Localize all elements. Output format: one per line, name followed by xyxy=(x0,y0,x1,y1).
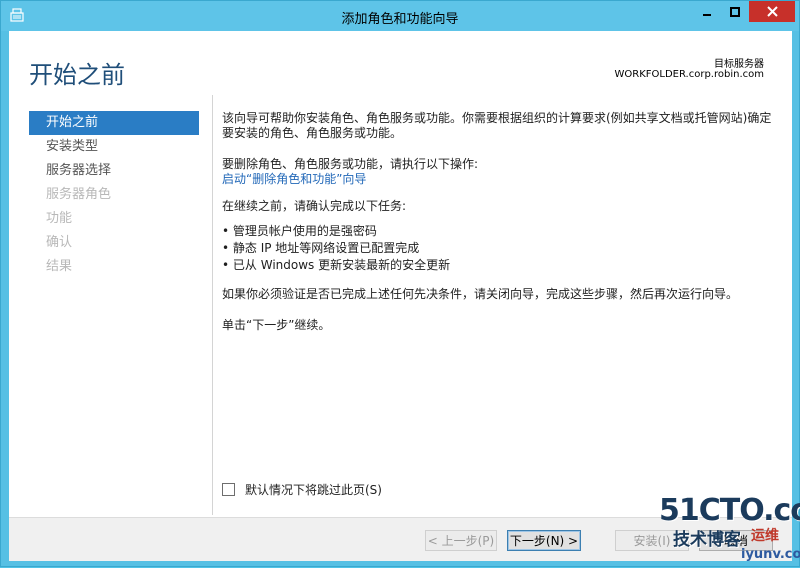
cancel-button[interactable]: 取消 xyxy=(699,530,773,551)
destination-server-name: WORKFOLDER.corp.robin.com xyxy=(614,69,764,80)
bullet-text: 已从 Windows 更新安装最新的安全更新 xyxy=(232,258,451,272)
nav-item-installation-type[interactable]: 安装类型 xyxy=(29,135,199,159)
wizard-body: 开始之前 安装类型 服务器选择 服务器角色 功能 确认 结果 该向导可帮助你安装… xyxy=(9,95,792,517)
title-bar[interactable]: 添加角色和功能向导 xyxy=(1,1,799,31)
wizard-window: 添加角色和功能向导 开始之前 目标服务器 WORKFOLDER.corp.rob… xyxy=(0,0,800,567)
intro-text-line1: 该向导可帮助你安装角色、角色服务或功能。你需要根据组织的计算要求(例如共享文档或… xyxy=(222,111,772,125)
nav-divider xyxy=(212,95,213,515)
continue-text: 单击“下一步”继续。 xyxy=(222,318,331,332)
nav-item-before-you-begin[interactable]: 开始之前 xyxy=(29,111,199,135)
close-icon xyxy=(766,6,778,17)
verify-text: 如果你必须验证是否已完成上述任何先决条件，请关闭向导，完成这些步骤，然后再次运行… xyxy=(222,287,739,301)
next-button[interactable]: 下一步(N) > xyxy=(507,530,581,551)
maximize-icon xyxy=(730,6,740,17)
minimize-button[interactable] xyxy=(693,1,721,22)
maximize-button[interactable] xyxy=(721,1,749,22)
minimize-icon xyxy=(703,13,711,16)
skip-page-label: 默认情况下将跳过此页(S) xyxy=(245,483,382,497)
remove-prompt: 要删除角色、角色服务或功能，请执行以下操作: xyxy=(222,157,479,171)
skip-page-checkbox[interactable] xyxy=(222,483,235,496)
remove-roles-link[interactable]: 启动“删除角色和功能”向导 xyxy=(222,172,366,187)
list-item: • 已从 Windows 更新安装最新的安全更新 xyxy=(222,258,451,272)
window-title: 添加角色和功能向导 xyxy=(341,12,459,27)
skip-page-option[interactable]: 默认情况下将跳过此页(S) xyxy=(222,481,382,498)
nav-item-features: 功能 xyxy=(46,211,73,226)
install-button[interactable]: 安装(I) xyxy=(615,530,689,551)
confirm-prompt: 在继续之前，请确认完成以下任务: xyxy=(222,199,407,213)
wizard-nav: 开始之前 安装类型 服务器选择 服务器角色 功能 确认 结果 xyxy=(9,95,209,515)
intro-text-line2: 要安装的角色、角色服务或功能。 xyxy=(222,126,403,140)
nav-item-server-roles: 服务器角色 xyxy=(46,187,112,202)
list-item: • 静态 IP 地址等网络设置已配置完成 xyxy=(222,241,420,255)
bullet-text: 静态 IP 地址等网络设置已配置完成 xyxy=(232,241,420,255)
wizard-client-area: 开始之前 目标服务器 WORKFOLDER.corp.robin.com 开始之… xyxy=(9,31,792,561)
close-button[interactable] xyxy=(749,1,795,22)
wizard-header: 开始之前 目标服务器 WORKFOLDER.corp.robin.com xyxy=(9,31,792,95)
destination-server-label: 目标服务器 xyxy=(714,59,764,70)
nav-item-confirmation: 确认 xyxy=(46,235,73,250)
previous-button[interactable]: < 上一步(P) xyxy=(425,530,497,551)
nav-item-server-selection[interactable]: 服务器选择 xyxy=(29,159,199,183)
wizard-footer: < 上一步(P) 下一步(N) > 安装(I) 取消 xyxy=(9,517,792,561)
nav-item-results: 结果 xyxy=(46,259,73,274)
page-title: 开始之前 xyxy=(29,61,125,89)
bullet-text: 管理员帐户使用的是强密码 xyxy=(232,224,377,238)
list-item: • 管理员帐户使用的是强密码 xyxy=(222,224,377,238)
